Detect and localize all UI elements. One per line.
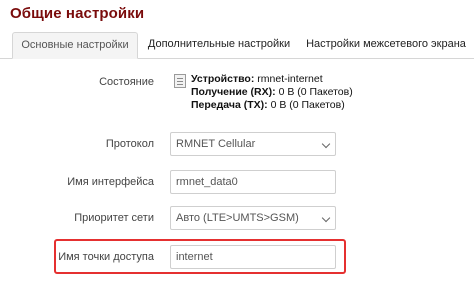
network-priority-value: Авто (LTE>UMTS>GSM) — [176, 212, 299, 224]
network-priority-label: Приоритет сети — [74, 212, 154, 224]
tab-advanced-settings[interactable]: Дополнительные настройки — [144, 32, 294, 57]
chevron-down-icon — [321, 213, 331, 223]
network-priority-select[interactable]: Авто (LTE>UMTS>GSM) — [170, 206, 336, 230]
interface-name-value: rmnet_data0 — [176, 176, 238, 188]
apn-value: internet — [176, 251, 213, 263]
status-label: Состояние — [99, 76, 154, 88]
interface-icon — [174, 74, 186, 88]
tab-firewall-settings[interactable]: Настройки межсетевого экрана — [302, 32, 470, 57]
page-title: Общие настройки — [10, 5, 145, 22]
interface-status: Устройство: rmnet-internet Получение (RX… — [172, 72, 353, 116]
apn-input[interactable]: internet — [170, 245, 336, 269]
status-rx: Получение (RX): 0 B (0 Пакетов) — [191, 86, 353, 98]
tab-basic-settings[interactable]: Основные настройки — [12, 32, 138, 59]
status-tx: Передача (TX): 0 B (0 Пакетов) — [191, 99, 345, 111]
tab-bar: Основные настройки Дополнительные настро… — [0, 30, 474, 59]
status-device: Устройство: rmnet-internet — [191, 73, 323, 85]
protocol-value: RMNET Cellular — [176, 138, 256, 150]
interface-name-input[interactable]: rmnet_data0 — [170, 170, 336, 194]
chevron-down-icon — [321, 139, 331, 149]
protocol-select[interactable]: RMNET Cellular — [170, 132, 336, 156]
protocol-label: Протокол — [105, 138, 154, 150]
interface-name-label: Имя интерфейса — [67, 176, 154, 188]
apn-label: Имя точки доступа — [58, 251, 154, 263]
